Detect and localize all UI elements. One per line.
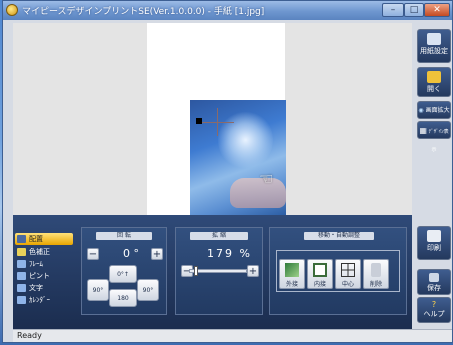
center-icon: [341, 263, 355, 277]
fit-inside-icon: [313, 263, 327, 277]
crosshair-vertical: [217, 108, 218, 136]
close-button[interactable]: ✕: [424, 3, 450, 17]
water-splash: [218, 110, 273, 170]
open-label: 開く: [427, 85, 441, 93]
hand-cursor-icon: ☜: [259, 169, 274, 188]
rotate-180-button[interactable]: 180: [109, 289, 137, 307]
fit-outside-button[interactable]: 外接: [279, 259, 305, 289]
open-button[interactable]: 開く: [417, 67, 451, 97]
rotate-reset-button[interactable]: 0°↑: [109, 265, 137, 283]
help-button[interactable]: ? ヘルプ: [417, 297, 451, 323]
title-bar[interactable]: マイピースデザインプリントSE(Ver.1.0.0.0) - 手紙 [1.jpg…: [3, 1, 452, 20]
zoom-icon: ◉: [418, 107, 424, 114]
design-view-label: ﾃﾞｻﾞｲﾝ表示: [428, 129, 449, 153]
minimize-button[interactable]: –: [382, 3, 404, 17]
paper-settings-label: 用紙設定: [420, 47, 448, 55]
paper-settings-icon: [427, 33, 441, 45]
fit-inside-button[interactable]: 内接: [307, 259, 333, 289]
move-adjust-title: 移動・自動調整: [304, 232, 374, 240]
status-bar: Ready: [13, 329, 452, 342]
app-icon: [6, 4, 18, 16]
center-label: 中心: [341, 281, 354, 288]
window-title: マイピースデザインプリントSE(Ver.1.0.0.0) - 手紙 [1.jpg…: [22, 7, 265, 17]
side-item-calendar[interactable]: ｶﾚﾝﾀﾞｰ: [15, 294, 73, 306]
printer-icon: [427, 230, 441, 242]
center-button[interactable]: 中心: [335, 259, 361, 289]
side-item-label: ﾌﾚｰﾑ: [29, 260, 43, 268]
side-item-frame[interactable]: ﾌﾚｰﾑ: [15, 258, 73, 270]
status-text: Ready: [17, 331, 42, 340]
side-item-label: 文字: [29, 284, 43, 292]
grid-icon: ▦: [419, 126, 427, 135]
print-label: 印刷: [427, 244, 441, 252]
delete-label: 削除: [369, 281, 382, 288]
canvas-area[interactable]: ☜: [13, 23, 412, 215]
zoom-button[interactable]: ◉ 画面拡大: [417, 101, 451, 119]
fit-outside-icon: [285, 263, 299, 277]
disk-icon: [429, 273, 439, 282]
save-label: 保存: [427, 284, 441, 292]
print-button[interactable]: 印刷: [417, 226, 451, 260]
paper-settings-button[interactable]: 用紙設定: [417, 29, 451, 63]
photo-image[interactable]: [190, 100, 286, 215]
side-item-focus[interactable]: ピント: [15, 270, 73, 282]
side-item-label: 配置: [29, 235, 43, 243]
calendar-icon: [17, 296, 26, 304]
hands-image-detail: [230, 178, 286, 208]
fit-outside-label: 外接: [285, 281, 298, 288]
help-label: ヘルプ: [423, 310, 445, 318]
save-button[interactable]: 保存: [417, 269, 451, 295]
resize-handle[interactable]: [196, 118, 202, 124]
scale-plus-button[interactable]: +: [247, 265, 259, 277]
fit-inside-label: 内接: [313, 281, 326, 288]
trash-icon: [371, 263, 381, 277]
app-window: マイピースデザインプリントSE(Ver.1.0.0.0) - 手紙 [1.jpg…: [2, 0, 453, 343]
side-item-layout[interactable]: 配置: [15, 233, 73, 245]
help-icon: ?: [431, 300, 437, 309]
frame-icon: [17, 260, 26, 268]
side-item-text[interactable]: 文字: [15, 282, 73, 294]
folder-icon: [427, 71, 441, 83]
side-item-label: ピント: [29, 272, 50, 280]
delete-button[interactable]: 削除: [363, 259, 389, 289]
maximize-button[interactable]: □: [404, 3, 424, 17]
side-item-color-correct[interactable]: 色補正: [15, 246, 73, 258]
side-menu: 配置 色補正 ﾌﾚｰﾑ ピント 文字 ｶﾚﾝﾀﾞｰ: [15, 233, 73, 309]
rotate-right-button[interactable]: 90°: [137, 279, 159, 301]
rotate-value: 0 °: [123, 247, 139, 260]
scale-title: 拡 縮: [190, 232, 248, 240]
color-correct-icon: [17, 248, 26, 256]
rotate-minus-button[interactable]: −: [87, 248, 99, 260]
scale-value: 179 %: [207, 247, 252, 260]
text-icon: [17, 284, 26, 292]
rotate-left-button[interactable]: 90°: [87, 279, 109, 301]
rotate-title: 回 転: [96, 232, 152, 240]
rotate-plus-button[interactable]: +: [151, 248, 163, 260]
design-view-button[interactable]: ▦ ﾃﾞｻﾞｲﾝ表示: [417, 121, 451, 153]
scale-slider-knob[interactable]: [194, 266, 198, 276]
layout-icon: [17, 235, 26, 243]
side-item-label: 色補正: [29, 248, 50, 256]
zoom-label: 画面拡大: [425, 107, 450, 114]
focus-icon: [17, 272, 26, 280]
side-item-label: ｶﾚﾝﾀﾞｰ: [29, 296, 50, 304]
